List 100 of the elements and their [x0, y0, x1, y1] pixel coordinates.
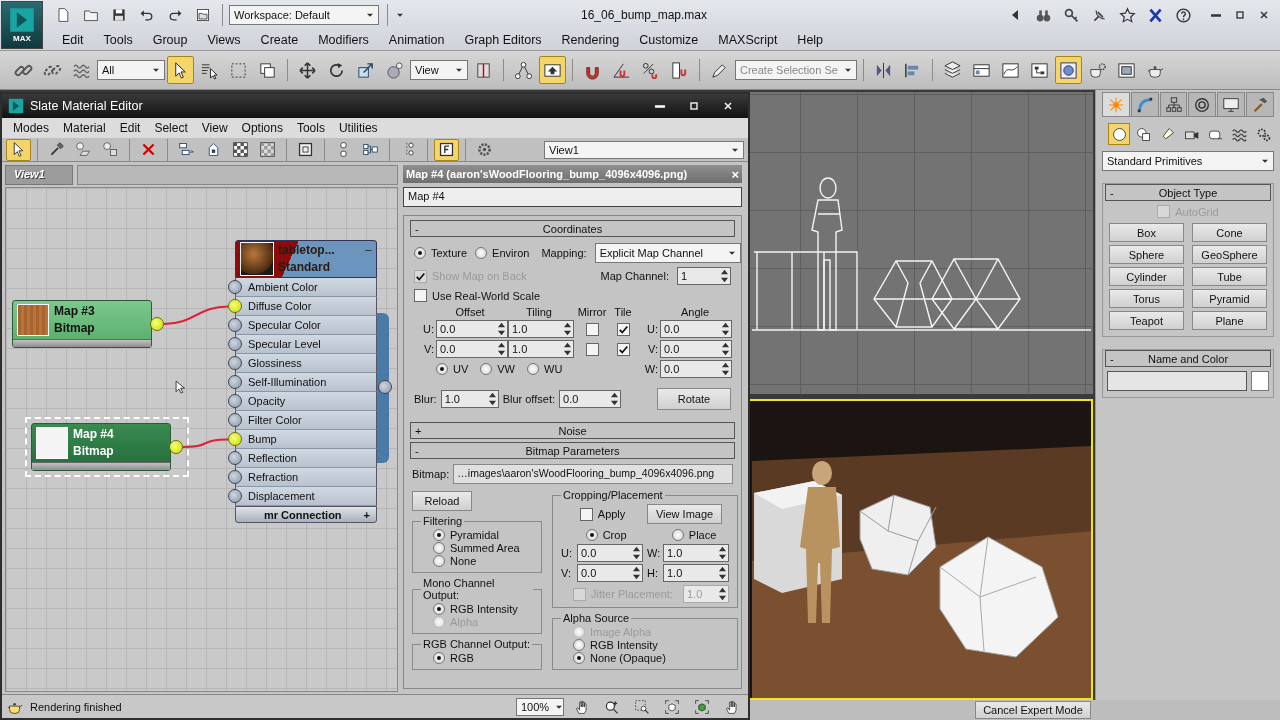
- primitive-button[interactable]: Cone: [1192, 223, 1267, 242]
- category-dropdown[interactable]: Standard Primitives: [1102, 151, 1274, 171]
- menu-item[interactable]: Edit: [112, 121, 148, 135]
- spinner-field[interactable]: 0.0: [660, 360, 732, 378]
- rollout-title: Coordinates: [541, 222, 604, 235]
- spinner-field[interactable]: 1.0: [440, 390, 499, 408]
- panel-title: Map #4 (aaron'sWoodFlooring_bump_4096x4096.png): [406, 168, 689, 180]
- menu-item[interactable]: MAXScript: [708, 33, 788, 47]
- menu-item[interactable]: Tools: [93, 33, 143, 47]
- primitive-button[interactable]: Torus: [1109, 289, 1184, 308]
- collapse-button[interactable]: −: [364, 243, 372, 258]
- primitive-button[interactable]: Tube: [1192, 267, 1267, 286]
- menu-item[interactable]: Group: [142, 33, 198, 47]
- rollout-header[interactable]: - Object Type: [1105, 184, 1271, 201]
- view-dropdown[interactable]: View1: [544, 140, 744, 159]
- menu-item[interactable]: Edit: [52, 33, 94, 47]
- spinner-field[interactable]: 1: [677, 267, 731, 285]
- radio-label: UV: [453, 363, 469, 375]
- workspace-dropdown[interactable]: Workspace: Default: [229, 5, 379, 25]
- view-image-button[interactable]: View Image: [646, 504, 723, 524]
- mapping-dropdown[interactable]: Explicit Map Channel: [594, 243, 741, 263]
- radio-label: Pyramidal: [450, 529, 499, 541]
- node-type: Bitmap: [73, 443, 114, 460]
- node-title: Map #4: [73, 426, 114, 443]
- spinner-field[interactable]: 0.0: [436, 320, 508, 338]
- close-button[interactable]: ×: [731, 166, 739, 182]
- slot-label: Filter Color: [235, 411, 377, 430]
- primitive-button[interactable]: Box: [1109, 223, 1184, 242]
- application-button[interactable]: MAX: [1, 1, 43, 49]
- primitive-button[interactable]: Plane: [1192, 311, 1267, 330]
- rollout-header[interactable]: - Coordinates: [410, 220, 735, 237]
- axis-label: U:: [422, 323, 435, 335]
- primitive-button[interactable]: Cylinder: [1109, 267, 1184, 286]
- menu-item[interactable]: Animation: [378, 33, 455, 47]
- menu-item[interactable]: Rendering: [551, 33, 630, 47]
- rollout-header[interactable]: + Noise: [410, 422, 735, 439]
- spinner-field[interactable]: 0.0: [559, 390, 621, 408]
- spinner-field[interactable]: 1.0: [508, 340, 574, 358]
- primitive-button[interactable]: Pyramid: [1192, 289, 1267, 308]
- spinner-field[interactable]: 1.0: [663, 564, 729, 582]
- node-type: Bitmap: [54, 320, 95, 337]
- menu-item[interactable]: Select: [147, 121, 195, 135]
- radio-label: RGB Intensity: [450, 603, 518, 615]
- spinner-field[interactable]: 0.0: [660, 340, 732, 358]
- map-node[interactable]: Map #3 Bitmap: [6, 294, 170, 354]
- rollout-toggle: -: [415, 222, 429, 235]
- column-header: Tile: [613, 306, 633, 318]
- field-label: Map Channel:: [600, 270, 669, 282]
- rotate-button[interactable]: Rotate: [657, 388, 731, 410]
- slot-label: Glossiness: [235, 354, 377, 373]
- rollout-title: Bitmap Parameters: [524, 444, 621, 457]
- menu-item[interactable]: View: [194, 121, 235, 135]
- radio-label: WU: [544, 363, 563, 375]
- spinner-field[interactable]: 1.0: [663, 544, 729, 562]
- primitive-button[interactable]: Teapot: [1109, 311, 1184, 330]
- slot-label: Displacement: [235, 487, 377, 506]
- menu-item[interactable]: Material: [56, 121, 113, 135]
- menu-item[interactable]: Graph Editors: [454, 33, 552, 47]
- spinner-field[interactable]: 1.0: [508, 320, 574, 338]
- rollout-title: Name and Color: [1146, 352, 1230, 365]
- menu-item[interactable]: Create: [250, 33, 309, 47]
- menu-item[interactable]: Utilities: [331, 121, 385, 135]
- spinner-field[interactable]: 0.0: [577, 564, 643, 582]
- menu-item[interactable]: Tools: [289, 121, 332, 135]
- menu-item[interactable]: Customize: [629, 33, 709, 47]
- slot-label: Self-Illumination: [235, 373, 377, 392]
- group-title: Alpha Source: [562, 612, 631, 624]
- axis-label: W:: [647, 547, 661, 559]
- menu-item[interactable]: Modes: [6, 121, 57, 135]
- bitmap-path-button[interactable]: …images\aaron'sWoodFlooring_bump_4096x4096.png: [453, 464, 733, 484]
- cancel-expert-mode-button[interactable]: Cancel Expert Mode: [975, 701, 1091, 719]
- primitive-button[interactable]: Sphere: [1109, 245, 1184, 264]
- rollout-title: Noise: [557, 424, 588, 437]
- radio-label: None (Opaque): [590, 652, 666, 664]
- dropdown[interactable]: View: [410, 60, 468, 80]
- axis-label: V:: [561, 567, 572, 579]
- slot-label: Refraction: [235, 468, 377, 487]
- column-header: Angle: [679, 306, 711, 318]
- reload-button[interactable]: Reload: [412, 491, 472, 511]
- rollout-header[interactable]: - Bitmap Parameters: [410, 442, 735, 459]
- group-title: RGB Channel Output:: [422, 638, 531, 650]
- status-text: Rendering finished: [30, 700, 123, 713]
- expand-toggle[interactable]: +: [363, 508, 370, 521]
- zoom-dropdown[interactable]: 100%: [516, 697, 564, 716]
- spinner-field[interactable]: 0.0: [660, 320, 732, 338]
- name-field[interactable]: Map #4: [403, 187, 742, 207]
- map-node[interactable]: Map #4 Bitmap: [25, 417, 189, 477]
- primitive-button[interactable]: GeoSphere: [1192, 245, 1267, 264]
- group-title: mr Connection: [262, 508, 343, 521]
- menu-item[interactable]: Help: [787, 33, 834, 47]
- radio-label: Environ: [492, 247, 530, 259]
- rollout-header[interactable]: - Name and Color: [1105, 350, 1271, 367]
- menu-item[interactable]: Views: [197, 33, 251, 47]
- menu-item[interactable]: Options: [234, 121, 290, 135]
- menu-item[interactable]: Modifiers: [308, 33, 379, 47]
- dropdown[interactable]: All: [97, 60, 165, 80]
- axis-label: V:: [647, 343, 659, 355]
- radio-label: RGB: [450, 652, 474, 664]
- spinner-field[interactable]: 0.0: [577, 544, 643, 562]
- spinner-field[interactable]: 0.0: [436, 340, 508, 358]
